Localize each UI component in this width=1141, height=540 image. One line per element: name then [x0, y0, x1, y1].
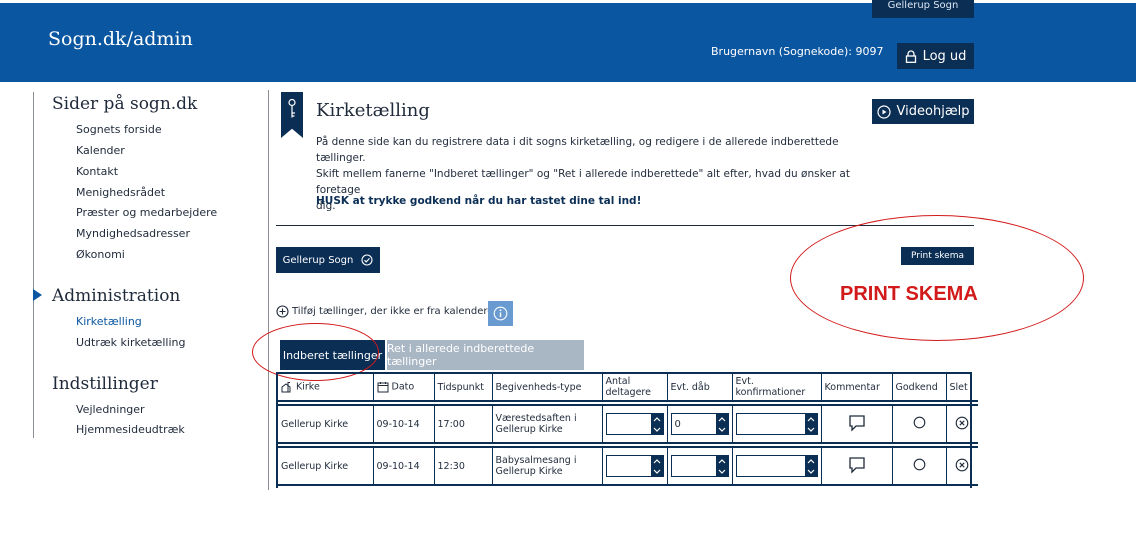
logout-button[interactable]: Log ud [897, 43, 974, 69]
video-help-label: Videohjælp [896, 104, 970, 119]
baptism-stepper[interactable] [670, 455, 729, 477]
sidebar-item-economy[interactable]: Økonomi [76, 248, 125, 261]
counts-table: Kirke Dato Tidspunkt Begivenheds-type An… [278, 374, 978, 486]
sidebar-divider [33, 92, 34, 438]
sidebar-item-count-export[interactable]: Udtræk kirketælling [76, 336, 185, 349]
stepper-arrows-icon[interactable] [804, 414, 817, 434]
add-count-label: Tilføj tællinger, der ikke er fra kalend… [292, 306, 500, 317]
table-row: Gellerup Kirke 09-10-14 17:00 Værestedsa… [278, 405, 978, 444]
info-button[interactable] [488, 301, 513, 326]
bookmark-badge [281, 92, 303, 138]
column-header-time: Tidspunkt [434, 374, 493, 402]
delete-icon[interactable] [955, 416, 969, 430]
parish-select-label: Gellerup Sogn [282, 254, 354, 266]
stepper-arrows-icon[interactable] [715, 414, 728, 434]
approve-radio-icon[interactable] [913, 416, 926, 429]
sidebar-heading-administration: Administration [52, 286, 181, 306]
annotation-print-callout: PRINT SKEMA [840, 283, 978, 305]
info-icon [493, 306, 508, 321]
intro-line-1: På denne side kan du registrere data i d… [316, 136, 839, 164]
column-header-delete: Slet [946, 374, 978, 402]
column-header-event-type: Begivenheds-type [492, 374, 603, 402]
column-header-date-label: Dato [391, 381, 415, 393]
approve-radio-icon[interactable] [913, 458, 926, 471]
comment-icon[interactable] [848, 456, 866, 474]
sidebar-item-church-count[interactable]: Kirketælling [76, 315, 142, 328]
column-header-baptism: Evt. dåb [667, 374, 733, 402]
video-help-button[interactable]: Videohjælp [872, 99, 974, 124]
main-divider [268, 90, 269, 490]
logout-label: Log ud [922, 48, 967, 64]
table-header-row: Kirke Dato Tidspunkt Begivenheds-type An… [278, 374, 978, 402]
annotation-ellipse-print [790, 215, 1084, 341]
sidebar-item-contact[interactable]: Kontakt [76, 165, 118, 178]
church-icon [281, 382, 291, 393]
stepper-arrows-icon[interactable] [650, 456, 663, 476]
column-header-confirmations: Evt. konfirmationer [732, 374, 822, 402]
baptism-value: 0 [674, 418, 681, 430]
cell-time: 17:00 [434, 405, 493, 444]
tab-edit-submitted[interactable]: Ret i allerede indberettede tællinger [387, 340, 584, 370]
baptism-stepper[interactable]: 0 [670, 413, 729, 435]
active-section-arrow-icon [33, 289, 42, 301]
table-row: Gellerup Kirke 09-10-14 12:30 Babysalmes… [278, 447, 978, 486]
sidebar-heading-settings: Indstillinger [52, 374, 158, 394]
sidebar-item-guides[interactable]: Vejledninger [76, 403, 145, 416]
comment-icon[interactable] [848, 414, 866, 432]
column-header-church[interactable]: Kirke [278, 374, 374, 402]
sidebar-item-council[interactable]: Menighedsrådet [76, 186, 165, 199]
top-header: Sogn.dk/admin Gellerup Sogn Brugernavn (… [0, 0, 1141, 82]
sidebar-item-frontpage[interactable]: Sognets forside [76, 123, 162, 136]
parish-tab[interactable]: Gellerup Sogn [872, 0, 974, 18]
column-header-church-label: Kirke [296, 381, 320, 393]
page-title: Kirketælling [316, 100, 430, 121]
add-count-link[interactable]: Tilføj tællinger, der ikke er fra kalend… [276, 305, 500, 318]
username-label: Brugernavn (Sognekode): 9097 [711, 45, 884, 58]
delete-icon[interactable] [955, 458, 969, 472]
tab-edit-submitted-label: Ret i allerede indberettede tællinger [387, 342, 535, 368]
column-header-approve: Godkend [892, 374, 947, 402]
check-circle-icon [361, 254, 373, 266]
cell-time: 12:30 [434, 447, 493, 486]
sidebar-item-calendar[interactable]: Kalender [76, 144, 125, 157]
attendees-stepper[interactable] [605, 455, 664, 477]
stepper-arrows-icon[interactable] [804, 456, 817, 476]
cell-event-type: Babysalmesang i Gellerup Kirke [492, 447, 603, 486]
stepper-arrows-icon[interactable] [650, 414, 663, 434]
stepper-arrows-icon[interactable] [715, 456, 728, 476]
cell-church: Gellerup Kirke [278, 447, 374, 486]
play-circle-icon [876, 104, 891, 119]
sidebar-item-authorities[interactable]: Myndighedsadresser [76, 227, 190, 240]
attendees-stepper[interactable] [605, 413, 664, 435]
key-icon [288, 98, 296, 118]
column-header-attendees: Antal deltagere [602, 374, 668, 402]
confirmations-stepper[interactable] [735, 413, 818, 435]
plus-circle-icon [276, 305, 289, 318]
cell-date: 09-10-14 [373, 405, 435, 444]
cell-event-type: Værestedsaften i Gellerup Kirke [492, 405, 603, 444]
parish-select-button[interactable]: Gellerup Sogn [276, 247, 380, 273]
cell-church: Gellerup Kirke [278, 405, 374, 444]
site-title[interactable]: Sogn.dk/admin [48, 28, 193, 50]
confirmations-stepper[interactable] [735, 455, 818, 477]
calendar-icon [377, 382, 388, 393]
column-header-comment: Kommentar [821, 374, 893, 402]
column-header-date[interactable]: Dato [373, 374, 435, 402]
sidebar-item-staff[interactable]: Præster og medarbejdere [76, 206, 217, 219]
intro-line-2: Skift mellem fanerne "Indberet tællinger… [316, 168, 850, 196]
sidebar-heading-pages: Sider på sogn.dk [52, 94, 198, 114]
remember-note: HUSK at trykke godkend når du har tastet… [316, 195, 642, 207]
cell-date: 09-10-14 [373, 447, 435, 486]
lock-icon [905, 49, 916, 63]
sidebar-item-site-export[interactable]: Hjemmesideudtræk [76, 423, 185, 436]
